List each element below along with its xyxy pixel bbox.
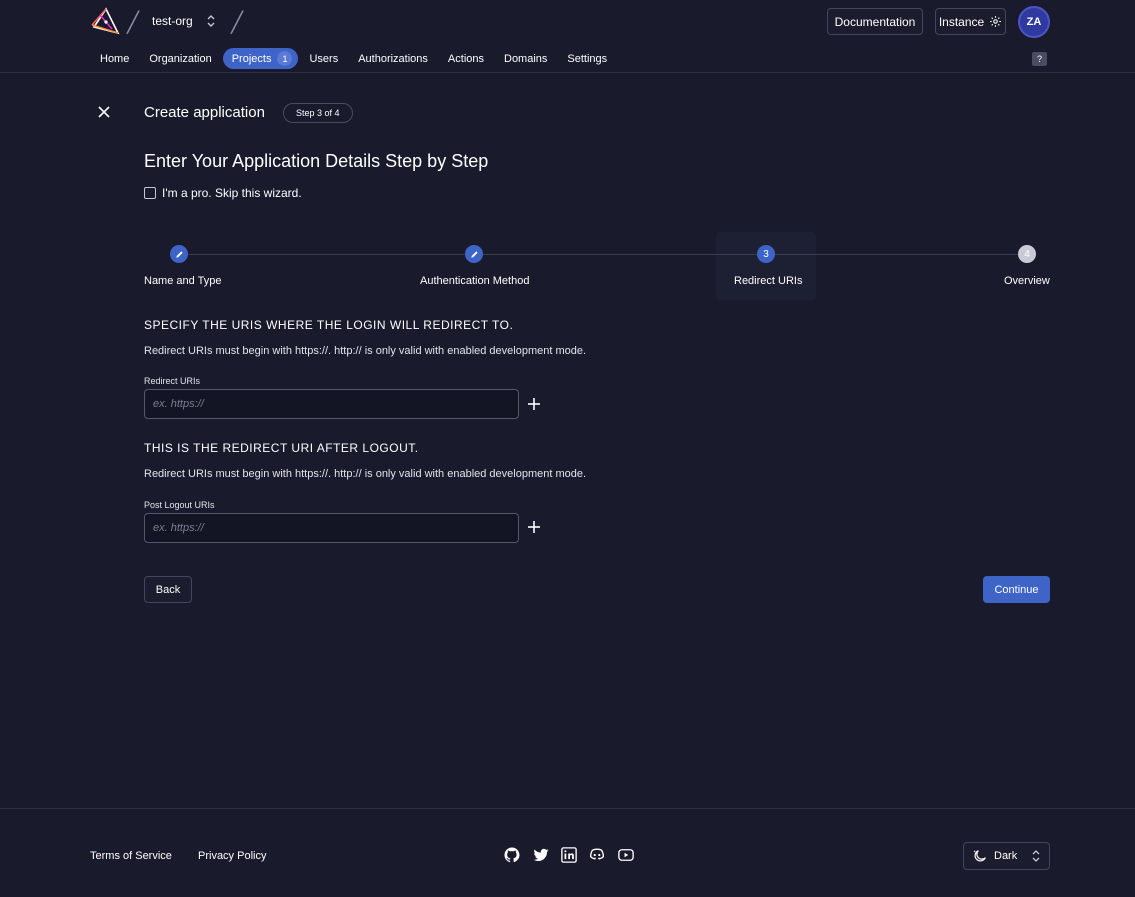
page-title: Create application <box>144 104 265 121</box>
step-4-circle[interactable]: 4 <box>1018 245 1036 263</box>
chevron-up-down-icon <box>1032 850 1040 862</box>
org-name[interactable]: test-org <box>152 14 193 28</box>
post-logout-uris-input[interactable] <box>144 513 519 543</box>
current-step-highlight <box>716 232 816 300</box>
youtube-icon[interactable] <box>617 846 635 864</box>
nav-label: Actions <box>447 52 484 65</box>
close-icon[interactable] <box>97 105 111 119</box>
help-button[interactable]: ? <box>1032 52 1047 66</box>
stepper-connector <box>775 254 1018 255</box>
nav-label: Settings <box>567 52 608 65</box>
theme-select[interactable]: Dark <box>963 842 1050 870</box>
logout-section-title: THIS IS THE REDIRECT URI AFTER LOGOUT. <box>144 441 419 455</box>
privacy-policy-link[interactable]: Privacy Policy <box>198 850 266 862</box>
zitadel-logo[interactable] <box>90 7 120 35</box>
theme-select-value: Dark <box>994 850 1018 862</box>
nav-label: Projects <box>231 52 272 65</box>
redirect-uris-label: Redirect URIs <box>144 376 201 386</box>
step-1-label: Name and Type <box>144 275 222 287</box>
post-logout-uris-label: Post Logout URIs <box>144 500 215 510</box>
twitter-icon[interactable] <box>532 846 550 864</box>
instance-button[interactable]: Instance <box>935 8 1006 35</box>
documentation-button[interactable]: Documentation <box>827 8 923 35</box>
step-3-circle[interactable]: 3 <box>757 245 775 263</box>
app-header: ╱ test-org ╱ Documentation Instance ZA H… <box>0 0 1135 73</box>
step-3-label: Redirect URIs <box>734 275 803 287</box>
breadcrumb-separator: ╱ <box>231 12 244 34</box>
linkedin-icon[interactable] <box>560 846 578 864</box>
nav-item-authorizations[interactable]: Authorizations <box>348 48 438 69</box>
nav-item-home[interactable]: Home <box>90 48 139 69</box>
add-redirect-uri-plus-icon[interactable] <box>527 397 541 411</box>
pencil-icon <box>470 250 478 258</box>
nav-item-projects[interactable]: Projects 1 <box>222 48 299 69</box>
nav-item-users[interactable]: Users <box>299 48 348 69</box>
redirect-section-title: SPECIFY THE URIS WHERE THE LOGIN WILL RE… <box>144 318 514 332</box>
terms-of-service-link[interactable]: Terms of Service <box>90 850 172 862</box>
redirect-section-description: Redirect URIs must begin with https://. … <box>144 345 587 357</box>
nav-label: Home <box>100 52 130 65</box>
stepper-connector <box>483 254 757 255</box>
instance-label: Instance <box>938 14 985 29</box>
pencil-icon <box>175 250 183 258</box>
skip-wizard-row[interactable]: I'm a pro. Skip this wizard. <box>144 186 302 200</box>
nav-item-actions[interactable]: Actions <box>438 48 494 69</box>
nav-item-settings[interactable]: Settings <box>557 48 617 69</box>
step-indicator-chip: Step 3 of 4 <box>283 103 353 123</box>
step-2-circle[interactable] <box>465 245 483 263</box>
add-post-logout-uri-plus-icon[interactable] <box>527 520 541 534</box>
nav-label: Users <box>309 52 339 65</box>
step-2-label: Authentication Method <box>420 275 530 287</box>
nav-label: Organization <box>149 52 212 65</box>
back-button[interactable]: Back <box>144 576 192 603</box>
github-icon[interactable] <box>503 846 521 864</box>
nav-label: Domains <box>504 52 548 65</box>
continue-button[interactable]: Continue <box>983 576 1050 603</box>
nav-label: Authorizations <box>358 52 428 65</box>
skip-wizard-label[interactable]: I'm a pro. Skip this wizard. <box>162 186 302 200</box>
breadcrumb-separator: ╱ <box>127 12 140 34</box>
skip-wizard-checkbox[interactable] <box>144 187 156 199</box>
stepper-connector <box>187 254 465 255</box>
user-avatar[interactable]: ZA <box>1018 6 1050 38</box>
avatar-initials: ZA <box>1026 16 1042 28</box>
wizard-title: Enter Your Application Details Step by S… <box>144 151 489 171</box>
main-nav: Home Organization Projects 1 Users Autho… <box>90 48 617 69</box>
discord-icon[interactable] <box>588 846 606 864</box>
step-4-label: Overview <box>1004 275 1050 287</box>
step-1-circle[interactable] <box>170 245 188 263</box>
chevron-up-down-icon[interactable] <box>205 13 217 29</box>
moon-icon <box>973 850 986 862</box>
nav-item-domains[interactable]: Domains <box>494 48 557 69</box>
documentation-label: Documentation <box>834 14 916 29</box>
projects-count-badge: 1 <box>277 51 293 66</box>
nav-item-organization[interactable]: Organization <box>139 48 221 69</box>
gear-icon <box>990 16 1002 27</box>
logout-section-description: Redirect URIs must begin with https://. … <box>144 468 587 480</box>
redirect-uris-input[interactable] <box>144 389 519 419</box>
